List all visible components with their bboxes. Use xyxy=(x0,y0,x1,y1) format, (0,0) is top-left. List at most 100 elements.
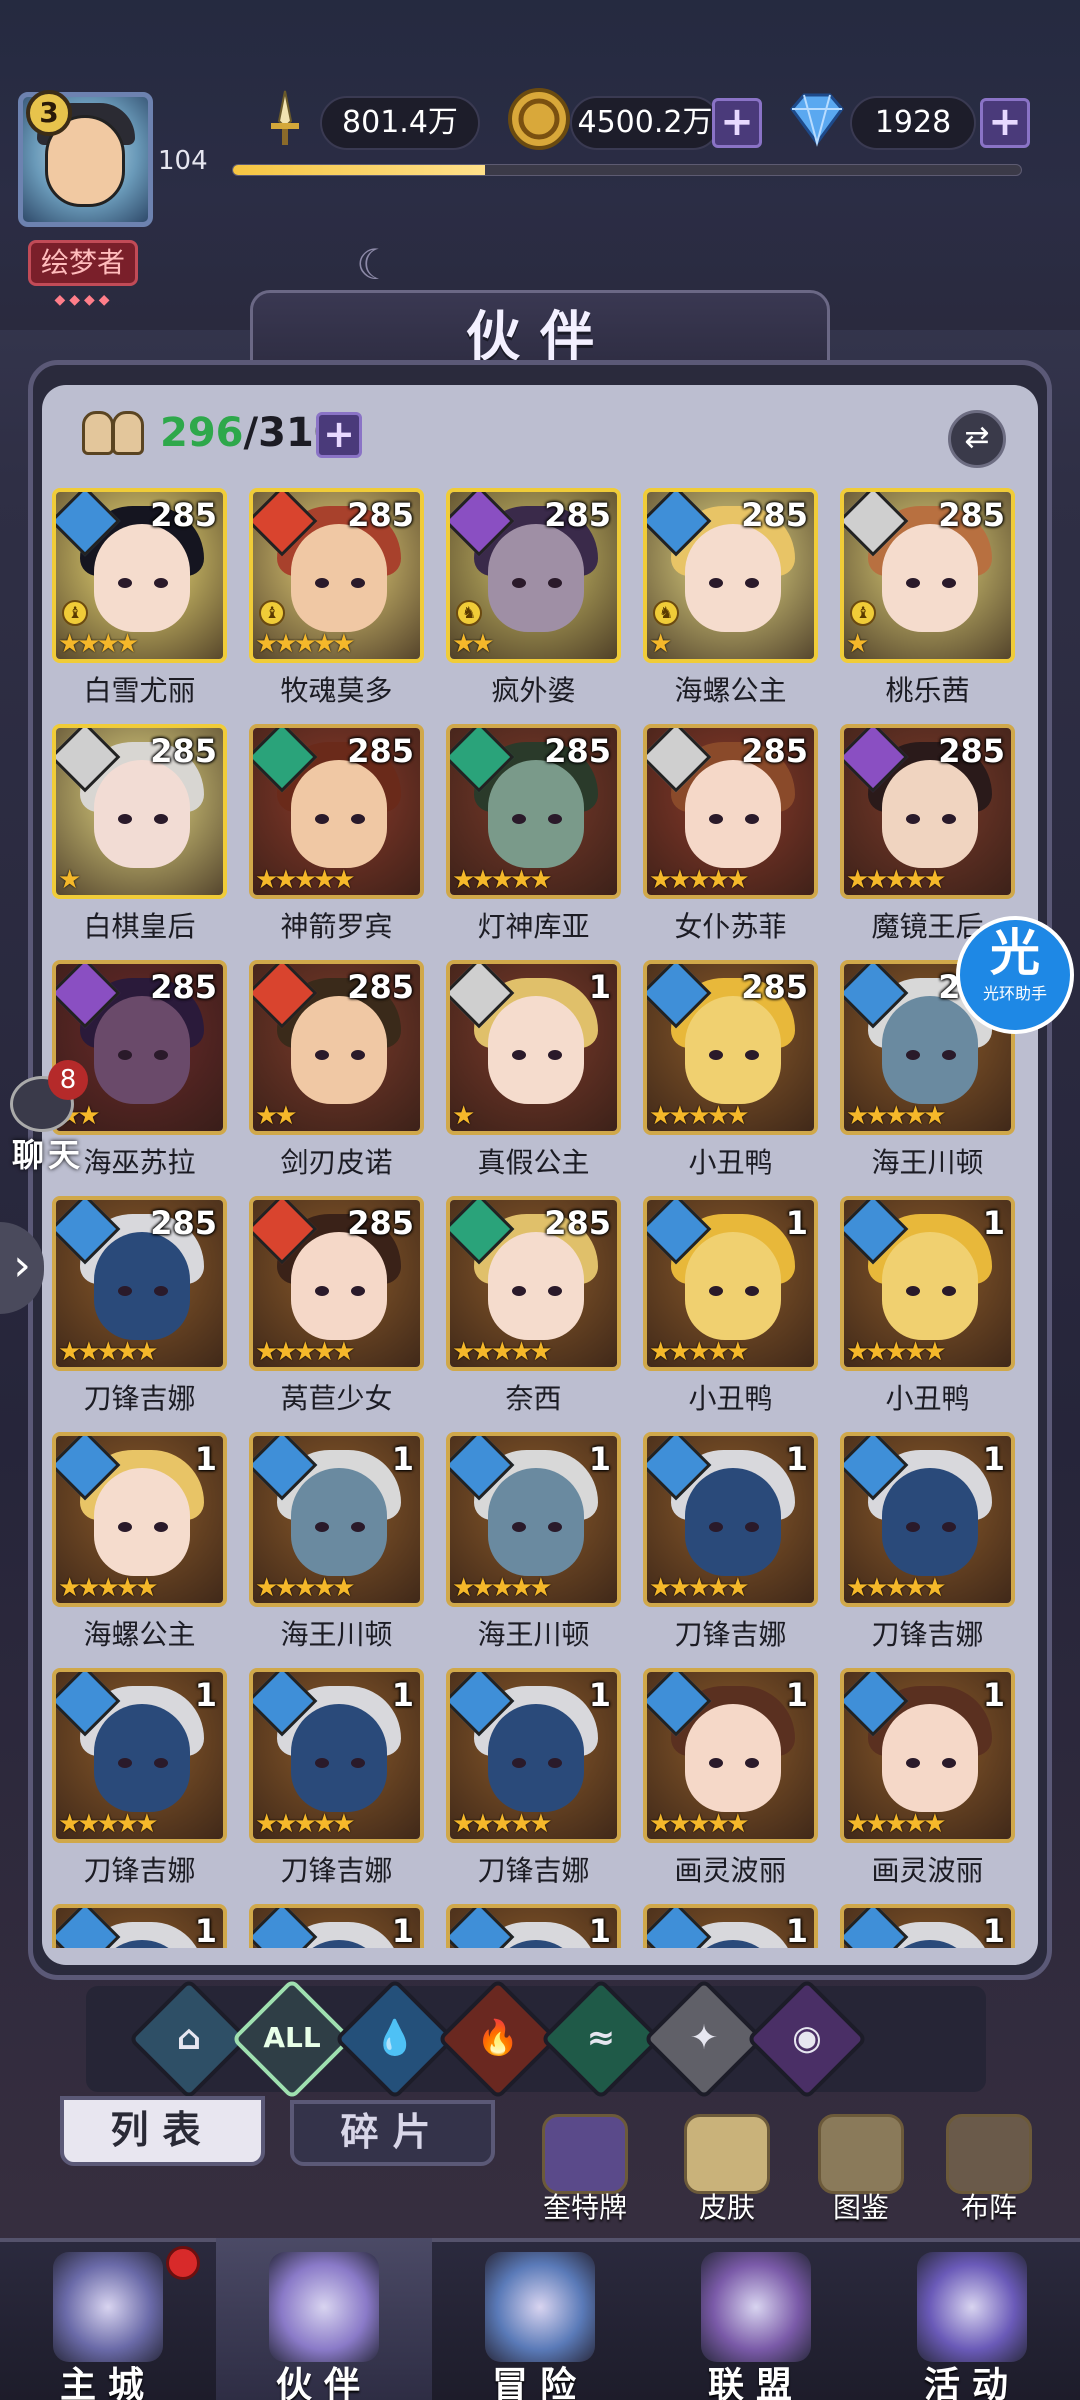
star-rating: ★★★★★ xyxy=(846,865,947,895)
star-rating: ★★★★★ xyxy=(649,1809,750,1839)
partner-card[interactable]: 285 ★★★★★ 灯神库亚 xyxy=(446,724,621,945)
partner-card[interactable]: 1 ★★★★★ 刀锋吉娜 xyxy=(52,1668,227,1889)
partner-card[interactable]: 1 xyxy=(52,1904,227,1948)
partner-name: 小丑鸭 xyxy=(885,1382,970,1415)
partner-portrait: 285 ★★★★★ xyxy=(643,724,818,899)
partner-card[interactable]: 1 ★★★★★ 画灵波丽 xyxy=(643,1668,818,1889)
partner-card[interactable]: 1 xyxy=(446,1904,621,1948)
partner-portrait: 1 ★★★★★ xyxy=(643,1432,818,1607)
portrait-eye xyxy=(154,578,168,588)
diamond-icon xyxy=(782,84,852,154)
portrait-eye xyxy=(745,814,759,824)
partner-card[interactable]: 285 ★★★★★ 刀锋吉娜 xyxy=(52,1196,227,1417)
portrait-eye xyxy=(548,1286,562,1296)
partner-card[interactable]: 1 ★★★★★ 刀锋吉娜 xyxy=(840,1432,1015,1653)
nav-adventure[interactable]: 冒险 xyxy=(432,2238,648,2400)
partner-name: 刀锋吉娜 xyxy=(280,1854,393,1887)
partner-card[interactable]: 1 ★★★★★ 刀锋吉娜 xyxy=(249,1668,424,1889)
partner-card[interactable]: 1 ★★★★★ 刀锋吉娜 xyxy=(643,1432,818,1653)
portrait-eye xyxy=(942,1758,956,1768)
partner-grid: 285 ♝ ★★★★ 白雪尤丽 285 ♝ ★★★★★ 牧魂莫多 285 ♞ ★ xyxy=(52,488,1032,1948)
partner-card[interactable]: 285 ♝ ★★★★ 白雪尤丽 xyxy=(52,488,227,709)
partner-card[interactable]: 1 ★★★★★ 小丑鸭 xyxy=(840,1196,1015,1417)
partner-level: 285 xyxy=(544,1204,611,1242)
add-gems-button[interactable]: + xyxy=(980,98,1030,148)
partner-portrait: 285 ★★★★★ xyxy=(52,1196,227,1371)
partner-card[interactable]: 285 ♞ ★ 海螺公主 xyxy=(643,488,818,709)
partner-card[interactable]: 1 ★ 真假公主 xyxy=(446,960,621,1181)
star-rating: ★★ xyxy=(452,629,495,659)
swap-sort-button[interactable]: ⇄ xyxy=(948,410,1006,468)
star-rating: ★★★★★ xyxy=(452,1337,553,1367)
partner-name: 牧魂莫多 xyxy=(280,674,393,707)
portrait-eye xyxy=(154,1522,168,1532)
partner-level: 285 xyxy=(150,732,217,770)
partner-card[interactable]: 1 ★★★★★ 小丑鸭 xyxy=(643,1196,818,1417)
helper-label: 光环助手 xyxy=(982,984,1047,1003)
portrait-face xyxy=(94,1232,190,1340)
partner-card[interactable]: 1 ★★★★★ 画灵波丽 xyxy=(840,1668,1015,1889)
portrait-eye xyxy=(709,1050,723,1060)
partner-name: 海王川顿 xyxy=(477,1618,590,1651)
portrait-eye xyxy=(351,578,365,588)
partner-card[interactable]: 285 ★★★★★ 莴苣少女 xyxy=(249,1196,424,1417)
portrait-face xyxy=(488,1704,584,1812)
partner-card[interactable]: 285 ♝ ★★★★★ 牧魂莫多 xyxy=(249,488,424,709)
partner-level: 285 xyxy=(150,496,217,534)
nav-event[interactable]: 活动 xyxy=(864,2238,1080,2400)
partner-card[interactable]: 1 ★★★★★ 海王川顿 xyxy=(446,1432,621,1653)
fire-element-icon: 🔥 xyxy=(476,2018,520,2058)
chat-button[interactable]: 8 聊天 xyxy=(0,1056,90,1174)
partner-name: 白棋皇后 xyxy=(83,910,196,943)
partner-card[interactable]: 285 ★★★★★ 女仆苏菲 xyxy=(643,724,818,945)
tab-shards[interactable]: 碎片 xyxy=(290,2100,495,2166)
partner-portrait: 285 ♝ ★★★★ xyxy=(52,488,227,663)
helper-button[interactable]: 光 光环助手 xyxy=(956,916,1074,1034)
light-element-icon: ✦ xyxy=(689,2018,719,2058)
partner-card[interactable]: 285 ★★★★★ 神箭罗宾 xyxy=(249,724,424,945)
partner-card[interactable]: 1 xyxy=(249,1904,424,1948)
portrait-face xyxy=(882,524,978,632)
partner-card[interactable]: 1 ★★★★★ 海螺公主 xyxy=(52,1432,227,1653)
partner-card[interactable]: 1 ★★★★★ 海王川顿 xyxy=(249,1432,424,1653)
portrait-eye xyxy=(512,1522,526,1532)
partner-card[interactable]: 285 ★★ 剑刃皮诺 xyxy=(249,960,424,1181)
partner-level: 1 xyxy=(391,1676,414,1714)
shortcut-skin[interactable]: 皮肤 xyxy=(672,2114,782,2224)
partner-card[interactable]: 285 ♝ ★ 桃乐茜 xyxy=(840,488,1015,709)
partner-level: 1 xyxy=(785,1440,808,1478)
add-gold-button[interactable]: + xyxy=(712,98,762,148)
partner-card[interactable]: 1 xyxy=(840,1904,1015,1948)
star-rating: ★★★★★ xyxy=(649,1337,750,1367)
book-icon xyxy=(818,2114,904,2194)
player-title-badge[interactable]: 绘梦者 xyxy=(28,240,138,286)
portrait-eye xyxy=(709,1758,723,1768)
partner-card[interactable]: 1 xyxy=(643,1904,818,1948)
partner-icon xyxy=(269,2252,379,2362)
shortcut-book[interactable]: 图鉴 xyxy=(806,2114,916,2224)
portrait-eye xyxy=(709,578,723,588)
expand-roster-button[interactable]: + xyxy=(316,412,362,458)
star-rating: ★ xyxy=(846,629,869,659)
partner-name: 刀锋吉娜 xyxy=(477,1854,590,1887)
partner-card[interactable]: 285 ♞ ★★ 疯外婆 xyxy=(446,488,621,709)
nav-partner[interactable]: 伙伴 xyxy=(216,2238,432,2400)
partner-card[interactable]: 285 ★ 白棋皇后 xyxy=(52,724,227,945)
portrait-eye xyxy=(512,578,526,588)
nav-alliance[interactable]: 联盟 xyxy=(648,2238,864,2400)
portrait-eye xyxy=(906,1758,920,1768)
moon-icon: ☾ xyxy=(356,240,394,289)
partner-level: 1 xyxy=(982,1912,1005,1948)
shortcut-card[interactable]: 奎特牌 xyxy=(530,2114,640,2224)
partner-card[interactable]: 285 ★★★★★ 奈西 xyxy=(446,1196,621,1417)
partner-name: 桃乐茜 xyxy=(885,674,970,707)
tab-list[interactable]: 列表 xyxy=(60,2096,265,2166)
shortcut-formation[interactable]: 布阵 xyxy=(934,2114,1044,2224)
alliance-icon xyxy=(701,2252,811,2362)
portrait-eye xyxy=(512,1758,526,1768)
portrait-face xyxy=(94,996,190,1104)
partner-card[interactable]: 285 ★★★★★ 小丑鸭 xyxy=(643,960,818,1181)
partner-card[interactable]: 285 ★★★★★ 魔镜王后 xyxy=(840,724,1015,945)
partner-card[interactable]: 1 ★★★★★ 刀锋吉娜 xyxy=(446,1668,621,1889)
portrait-eye xyxy=(315,1522,329,1532)
